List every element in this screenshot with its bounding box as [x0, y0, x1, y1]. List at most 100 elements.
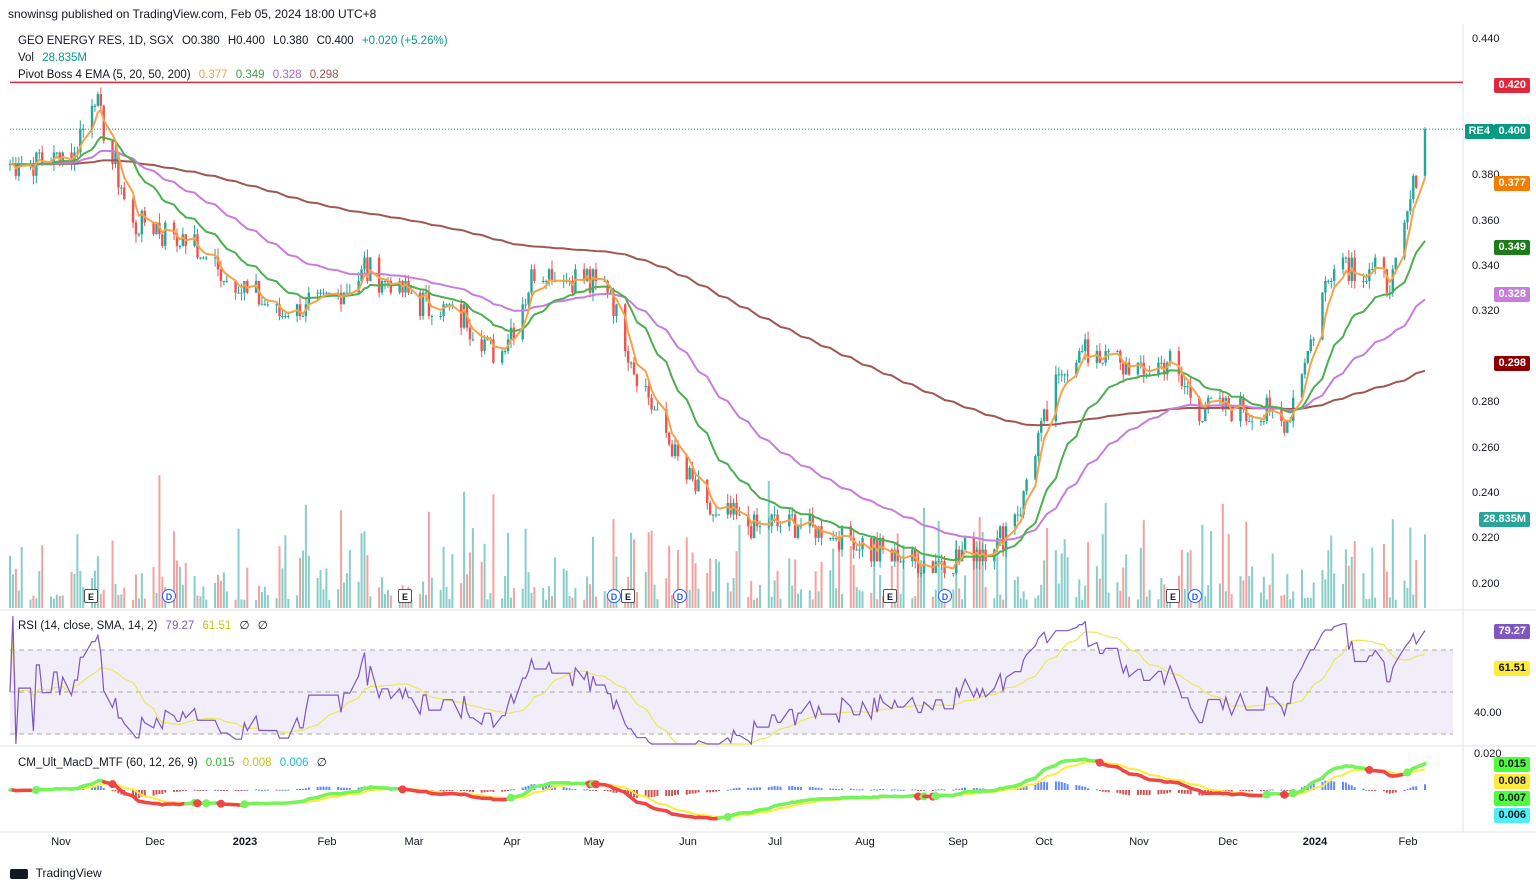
dividend-marker[interactable]: D	[938, 589, 952, 603]
candle-body	[635, 374, 639, 387]
volume-bar	[1403, 580, 1406, 608]
candle-body	[483, 339, 486, 352]
candle-body	[952, 572, 955, 574]
time-tick: Nov	[1129, 836, 1149, 848]
ema20-tag: 0.349	[1494, 240, 1530, 255]
earnings-marker[interactable]: E	[621, 589, 635, 603]
macd-histogram-bar	[486, 790, 489, 792]
candle-body	[878, 537, 882, 562]
candle-body	[1362, 280, 1365, 282]
macd-histogram-bar	[199, 790, 202, 791]
candle-body	[164, 222, 167, 246]
earnings-marker[interactable]: E	[1166, 589, 1180, 603]
volume-bar	[1409, 527, 1412, 608]
candle-body	[1250, 421, 1254, 423]
dividend-marker[interactable]: D	[162, 589, 176, 603]
earnings-marker[interactable]: E	[398, 589, 412, 603]
volume-bar	[11, 574, 14, 608]
candle-body	[533, 269, 536, 281]
macd-histogram-bar	[193, 789, 196, 791]
macd-histogram-bar	[653, 790, 656, 797]
volume-bar	[779, 598, 782, 608]
volume-bar	[1350, 556, 1353, 608]
macd-histogram-bar	[1095, 789, 1098, 791]
macd-histogram-bar	[489, 790, 492, 792]
volume-bar	[445, 586, 448, 608]
candle-body	[1013, 514, 1017, 527]
candle-body	[650, 397, 653, 410]
volume-bar	[1057, 583, 1060, 608]
macd-histogram-bar	[1186, 790, 1189, 794]
volume-bar	[219, 580, 222, 608]
candle-body	[1101, 362, 1104, 364]
macd-histogram-bar	[445, 790, 448, 792]
macd-histogram-bar	[1078, 785, 1081, 790]
macd-histogram-bar	[688, 790, 691, 795]
volume-bar	[1163, 584, 1166, 608]
chart-canvas[interactable]	[0, 0, 1536, 891]
candle-body	[1365, 280, 1368, 282]
macd-histogram-bar	[1262, 790, 1265, 792]
macd-histogram-bar	[955, 788, 958, 790]
tradingview-logo[interactable]: TradingView	[10, 865, 102, 880]
macd-histogram-bar	[776, 786, 779, 790]
macd-histogram-bar	[750, 788, 753, 790]
earnings-marker[interactable]: E	[84, 589, 98, 603]
candle-body	[541, 280, 545, 282]
candle-body	[738, 514, 741, 516]
volume-bar	[111, 540, 114, 608]
volume-bar	[1271, 553, 1274, 608]
volume-bar	[217, 574, 220, 608]
dividend-marker[interactable]: D	[607, 589, 621, 603]
macd-histogram-bar	[504, 790, 507, 792]
volume-bar	[20, 546, 23, 608]
volume-bar	[820, 562, 823, 608]
macd-histogram-bar	[296, 788, 299, 790]
volume-bar	[1125, 554, 1128, 608]
macd-histogram-bar	[717, 790, 720, 791]
volume-bar	[155, 592, 158, 608]
volume-bar	[492, 494, 495, 608]
volume-bar	[448, 599, 451, 608]
macd-histogram-bar	[715, 790, 718, 792]
volume-bar	[278, 546, 281, 608]
macd-histogram-bar	[152, 790, 155, 796]
dividend-marker[interactable]: D	[1188, 589, 1202, 603]
volume-bar	[1104, 503, 1107, 608]
volume-bar	[258, 585, 261, 608]
candle-body	[468, 327, 472, 340]
macd-histogram-bar	[521, 787, 524, 790]
macd-histogram-bar	[1424, 784, 1426, 790]
volume-bar	[870, 592, 873, 608]
volume-bar	[1283, 594, 1286, 608]
volume-bar	[1060, 553, 1063, 608]
volume-bar	[644, 571, 647, 608]
volume-bar	[381, 577, 384, 608]
candle-body	[120, 187, 123, 189]
candle-body	[178, 245, 182, 247]
macd-histogram-bar	[685, 790, 688, 795]
volume-bar	[1122, 567, 1125, 608]
macd-histogram-bar	[811, 787, 814, 790]
candle-body	[1283, 421, 1286, 433]
dividend-marker[interactable]: D	[673, 589, 687, 603]
volume-bar	[202, 586, 205, 608]
macd-histogram-bar	[181, 790, 184, 791]
volume-bar	[1327, 550, 1330, 608]
volume-bar	[325, 568, 328, 608]
volume-bar	[152, 566, 155, 608]
volume-bar	[691, 552, 694, 608]
macd-histogram-bar	[565, 787, 568, 790]
volume-bar	[486, 599, 489, 608]
volume-bar	[32, 595, 35, 608]
macd-histogram-bar	[943, 789, 946, 791]
volume-bar	[996, 553, 999, 608]
volume-bar	[709, 558, 712, 608]
macd-histogram-bar	[940, 789, 943, 791]
volume-bar	[553, 557, 556, 608]
volume-bar	[181, 585, 184, 608]
earnings-marker[interactable]: E	[883, 589, 897, 603]
time-tick: Feb	[317, 836, 337, 848]
candle-body	[380, 280, 384, 293]
volume-bar	[1286, 574, 1289, 608]
